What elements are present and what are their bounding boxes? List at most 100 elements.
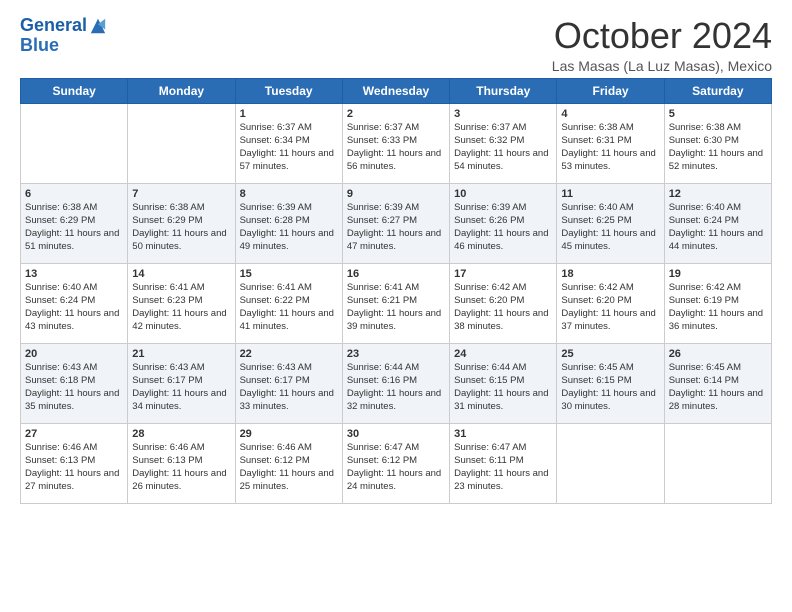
calendar-cell <box>128 103 235 183</box>
day-info: Sunrise: 6:40 AM <box>25 282 123 295</box>
day-info: Daylight: 11 hours and 30 minutes. <box>561 388 659 414</box>
day-number: 1 <box>240 107 338 122</box>
calendar-cell: 4Sunrise: 6:38 AMSunset: 6:31 PMDaylight… <box>557 103 664 183</box>
calendar-cell: 21Sunrise: 6:43 AMSunset: 6:17 PMDayligh… <box>128 343 235 423</box>
day-info: Sunrise: 6:39 AM <box>454 202 552 215</box>
day-info: Sunrise: 6:45 AM <box>561 362 659 375</box>
calendar-cell: 19Sunrise: 6:42 AMSunset: 6:19 PMDayligh… <box>664 263 771 343</box>
day-number: 13 <box>25 267 123 282</box>
calendar-cell: 24Sunrise: 6:44 AMSunset: 6:15 PMDayligh… <box>450 343 557 423</box>
day-info: Daylight: 11 hours and 24 minutes. <box>347 468 445 494</box>
day-info: Sunset: 6:22 PM <box>240 295 338 308</box>
calendar-cell: 1Sunrise: 6:37 AMSunset: 6:34 PMDaylight… <box>235 103 342 183</box>
day-info: Sunset: 6:15 PM <box>561 375 659 388</box>
day-info: Daylight: 11 hours and 52 minutes. <box>669 148 767 174</box>
day-info: Daylight: 11 hours and 41 minutes. <box>240 308 338 334</box>
logo: General Blue <box>20 16 107 56</box>
day-info: Daylight: 11 hours and 27 minutes. <box>25 468 123 494</box>
calendar-cell: 7Sunrise: 6:38 AMSunset: 6:29 PMDaylight… <box>128 183 235 263</box>
day-number: 16 <box>347 267 445 282</box>
day-info: Daylight: 11 hours and 38 minutes. <box>454 308 552 334</box>
day-info: Sunrise: 6:42 AM <box>561 282 659 295</box>
col-wednesday: Wednesday <box>342 78 449 103</box>
day-info: Sunset: 6:24 PM <box>669 215 767 228</box>
day-info: Sunset: 6:13 PM <box>25 455 123 468</box>
day-info: Daylight: 11 hours and 49 minutes. <box>240 228 338 254</box>
day-info: Sunset: 6:33 PM <box>347 135 445 148</box>
week-row-5: 27Sunrise: 6:46 AMSunset: 6:13 PMDayligh… <box>21 423 772 503</box>
calendar-cell: 12Sunrise: 6:40 AMSunset: 6:24 PMDayligh… <box>664 183 771 263</box>
day-info: Sunrise: 6:42 AM <box>454 282 552 295</box>
calendar-header: Sunday Monday Tuesday Wednesday Thursday… <box>21 78 772 103</box>
day-info: Sunrise: 6:41 AM <box>132 282 230 295</box>
day-info: Daylight: 11 hours and 36 minutes. <box>669 308 767 334</box>
calendar-cell <box>664 423 771 503</box>
col-friday: Friday <box>557 78 664 103</box>
calendar-cell: 9Sunrise: 6:39 AMSunset: 6:27 PMDaylight… <box>342 183 449 263</box>
day-info: Sunset: 6:20 PM <box>561 295 659 308</box>
day-info: Daylight: 11 hours and 42 minutes. <box>132 308 230 334</box>
calendar-cell: 22Sunrise: 6:43 AMSunset: 6:17 PMDayligh… <box>235 343 342 423</box>
day-info: Sunrise: 6:40 AM <box>561 202 659 215</box>
day-info: Daylight: 11 hours and 39 minutes. <box>347 308 445 334</box>
day-info: Daylight: 11 hours and 32 minutes. <box>347 388 445 414</box>
calendar-cell: 10Sunrise: 6:39 AMSunset: 6:26 PMDayligh… <box>450 183 557 263</box>
col-tuesday: Tuesday <box>235 78 342 103</box>
day-info: Daylight: 11 hours and 28 minutes. <box>669 388 767 414</box>
day-info: Sunset: 6:14 PM <box>669 375 767 388</box>
day-info: Sunset: 6:27 PM <box>347 215 445 228</box>
day-info: Sunrise: 6:40 AM <box>669 202 767 215</box>
day-number: 18 <box>561 267 659 282</box>
day-number: 15 <box>240 267 338 282</box>
day-info: Sunrise: 6:47 AM <box>454 442 552 455</box>
day-number: 2 <box>347 107 445 122</box>
day-info: Sunrise: 6:47 AM <box>347 442 445 455</box>
day-info: Sunset: 6:29 PM <box>25 215 123 228</box>
day-info: Sunset: 6:17 PM <box>240 375 338 388</box>
week-row-2: 6Sunrise: 6:38 AMSunset: 6:29 PMDaylight… <box>21 183 772 263</box>
day-number: 28 <box>132 427 230 442</box>
calendar-cell: 23Sunrise: 6:44 AMSunset: 6:16 PMDayligh… <box>342 343 449 423</box>
day-info: Daylight: 11 hours and 56 minutes. <box>347 148 445 174</box>
day-info: Daylight: 11 hours and 26 minutes. <box>132 468 230 494</box>
day-number: 26 <box>669 347 767 362</box>
page-container: General Blue October 2024 Las Masas (La … <box>0 0 792 514</box>
day-number: 30 <box>347 427 445 442</box>
calendar-body: 1Sunrise: 6:37 AMSunset: 6:34 PMDaylight… <box>21 103 772 503</box>
calendar-cell: 20Sunrise: 6:43 AMSunset: 6:18 PMDayligh… <box>21 343 128 423</box>
day-number: 19 <box>669 267 767 282</box>
calendar-cell: 6Sunrise: 6:38 AMSunset: 6:29 PMDaylight… <box>21 183 128 263</box>
day-info: Sunset: 6:20 PM <box>454 295 552 308</box>
day-info: Daylight: 11 hours and 54 minutes. <box>454 148 552 174</box>
day-info: Sunrise: 6:38 AM <box>669 122 767 135</box>
calendar-cell: 30Sunrise: 6:47 AMSunset: 6:12 PMDayligh… <box>342 423 449 503</box>
day-info: Sunset: 6:31 PM <box>561 135 659 148</box>
day-info: Sunset: 6:28 PM <box>240 215 338 228</box>
day-info: Sunrise: 6:46 AM <box>240 442 338 455</box>
day-number: 7 <box>132 187 230 202</box>
calendar-cell: 13Sunrise: 6:40 AMSunset: 6:24 PMDayligh… <box>21 263 128 343</box>
day-number: 20 <box>25 347 123 362</box>
calendar-cell: 8Sunrise: 6:39 AMSunset: 6:28 PMDaylight… <box>235 183 342 263</box>
day-number: 21 <box>132 347 230 362</box>
day-info: Sunrise: 6:42 AM <box>669 282 767 295</box>
day-info: Sunrise: 6:38 AM <box>561 122 659 135</box>
day-info: Daylight: 11 hours and 53 minutes. <box>561 148 659 174</box>
day-info: Sunset: 6:16 PM <box>347 375 445 388</box>
calendar-cell: 11Sunrise: 6:40 AMSunset: 6:25 PMDayligh… <box>557 183 664 263</box>
day-number: 24 <box>454 347 552 362</box>
day-info: Daylight: 11 hours and 46 minutes. <box>454 228 552 254</box>
day-info: Daylight: 11 hours and 43 minutes. <box>25 308 123 334</box>
day-number: 25 <box>561 347 659 362</box>
day-info: Sunrise: 6:44 AM <box>347 362 445 375</box>
calendar-cell: 17Sunrise: 6:42 AMSunset: 6:20 PMDayligh… <box>450 263 557 343</box>
day-number: 4 <box>561 107 659 122</box>
day-info: Daylight: 11 hours and 23 minutes. <box>454 468 552 494</box>
day-info: Sunset: 6:12 PM <box>240 455 338 468</box>
calendar-cell: 26Sunrise: 6:45 AMSunset: 6:14 PMDayligh… <box>664 343 771 423</box>
day-info: Sunset: 6:19 PM <box>669 295 767 308</box>
logo-line2: Blue <box>20 36 107 56</box>
calendar-cell <box>557 423 664 503</box>
day-info: Sunrise: 6:38 AM <box>25 202 123 215</box>
calendar-cell: 2Sunrise: 6:37 AMSunset: 6:33 PMDaylight… <box>342 103 449 183</box>
